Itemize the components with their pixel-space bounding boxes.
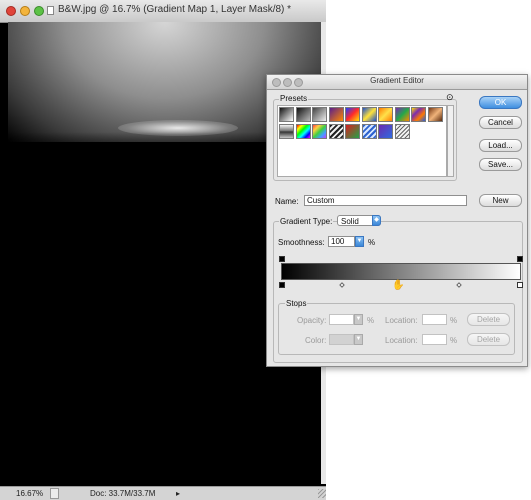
color-dropdown-icon[interactable]: ▼ bbox=[354, 334, 363, 345]
gradient-type-label: Gradient Type: bbox=[279, 217, 334, 226]
preset-swatch-spectrum[interactable] bbox=[295, 123, 311, 139]
zoom-window-button[interactable] bbox=[34, 6, 44, 16]
preset-swatch-chrome[interactable] bbox=[279, 123, 294, 139]
opacity-unit: % bbox=[367, 316, 375, 325]
document-titlebar: B&W.jpg @ 16.7% (Gradient Map 1, Layer M… bbox=[0, 0, 326, 23]
preset-swatch-yellow-violet-orange-blue[interactable] bbox=[411, 107, 426, 122]
status-icon[interactable] bbox=[50, 488, 59, 499]
gradient-type-value: Solid bbox=[341, 217, 359, 226]
smoothness-field[interactable]: 100 bbox=[328, 236, 355, 247]
opacity-dropdown-icon[interactable]: ▼ bbox=[354, 314, 363, 325]
gradient-editor-dialog: Gradient Editor Presets ⊙ OK Cancel Load… bbox=[266, 74, 528, 367]
gradient-preview-bar[interactable] bbox=[281, 263, 521, 280]
document-icon bbox=[47, 6, 54, 15]
preset-swatch-violet-green-orange[interactable] bbox=[394, 107, 410, 122]
stops-label: Stops bbox=[285, 299, 308, 308]
status-menu-arrow-icon[interactable]: ▸ bbox=[176, 488, 180, 499]
minimize-window-button[interactable] bbox=[20, 6, 30, 16]
smoothness-unit: % bbox=[368, 238, 376, 247]
preset-swatch-blue-yellow-blue[interactable] bbox=[361, 107, 377, 122]
gradient-name-field[interactable]: Custom bbox=[304, 195, 467, 206]
dialog-title: Gradient Editor bbox=[370, 76, 424, 85]
opacity-field[interactable] bbox=[329, 314, 354, 325]
load-button[interactable]: Load... bbox=[479, 139, 522, 152]
color-location-unit: % bbox=[450, 336, 458, 345]
stop-color-swatch[interactable] bbox=[329, 334, 354, 345]
opacity-stop-left[interactable] bbox=[279, 256, 285, 262]
color-location-label: Location: bbox=[385, 336, 418, 345]
save-button[interactable]: Save... bbox=[479, 158, 522, 171]
doc-size: Doc: 33.7M/33.7M bbox=[90, 489, 156, 498]
delete-color-stop-button[interactable]: Delete bbox=[467, 333, 510, 346]
preset-swatch-transparent-stripes[interactable] bbox=[328, 123, 344, 139]
opacity-location-label: Location: bbox=[385, 316, 418, 325]
gradient-type-select[interactable]: Solid ◆ bbox=[337, 215, 381, 226]
hand-cursor-icon: ✋ bbox=[392, 280, 405, 291]
presets-scrollbar[interactable] bbox=[447, 105, 454, 177]
new-button[interactable]: New bbox=[479, 194, 522, 207]
name-label: Name: bbox=[275, 197, 299, 206]
preset-swatch-blue-red-yellow[interactable] bbox=[345, 107, 360, 122]
preset-swatch-black-transparent[interactable] bbox=[295, 107, 311, 122]
zoom-level[interactable]: 16.67% bbox=[16, 488, 43, 499]
preset-swatch-violet-orange[interactable] bbox=[328, 107, 344, 122]
preset-swatch-black-white[interactable] bbox=[279, 107, 294, 122]
cancel-button[interactable]: Cancel bbox=[479, 116, 522, 129]
smoothness-dropdown-icon[interactable]: ▼ bbox=[355, 236, 364, 247]
presets-menu-icon[interactable]: ⊙ bbox=[446, 92, 454, 103]
resize-grip-icon[interactable] bbox=[318, 489, 326, 498]
smoothness-label: Smoothness: bbox=[278, 238, 325, 247]
opacity-stop-right[interactable] bbox=[517, 256, 523, 262]
preset-swatch-copper[interactable] bbox=[427, 107, 443, 122]
preset-swatch-silver-stripes[interactable] bbox=[394, 123, 410, 139]
color-stop-right[interactable] bbox=[517, 282, 523, 288]
preset-swatch-red-green[interactable] bbox=[345, 123, 360, 139]
color-stop-left[interactable] bbox=[279, 282, 285, 288]
color-location-field[interactable] bbox=[422, 334, 447, 345]
preset-swatch-orange-yellow-orange[interactable] bbox=[378, 107, 393, 122]
color-label: Color: bbox=[305, 336, 327, 345]
opacity-location-unit: % bbox=[450, 316, 458, 325]
preset-swatch-grid bbox=[279, 107, 447, 149]
preset-swatch-foreground-background[interactable] bbox=[312, 107, 327, 122]
presets-label: Presets bbox=[279, 94, 309, 103]
opacity-label: Opacity: bbox=[297, 316, 327, 325]
select-chevron-icon: ◆ bbox=[372, 215, 381, 226]
document-title: B&W.jpg @ 16.7% (Gradient Map 1, Layer M… bbox=[58, 4, 292, 15]
document-status-bar: 16.67% Doc: 33.7M/33.7M ▸ bbox=[0, 486, 326, 500]
preset-swatch-violet-blue[interactable] bbox=[378, 123, 393, 139]
close-window-button[interactable] bbox=[6, 6, 16, 16]
preset-swatch-transparent-rainbow[interactable] bbox=[312, 123, 327, 139]
ok-button[interactable]: OK bbox=[479, 96, 522, 109]
preset-swatch-blue-stripes[interactable] bbox=[361, 123, 377, 139]
delete-opacity-stop-button[interactable]: Delete bbox=[467, 313, 510, 326]
opacity-location-field[interactable] bbox=[422, 314, 447, 325]
stops-group bbox=[278, 303, 515, 355]
dialog-titlebar: Gradient Editor bbox=[267, 75, 527, 90]
